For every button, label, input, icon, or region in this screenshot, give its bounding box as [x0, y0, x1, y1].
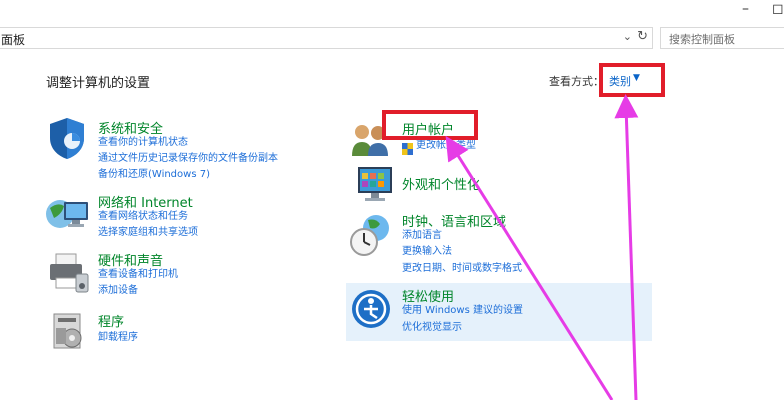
arrow-to-view-by — [614, 94, 639, 400]
annotation-arrows — [445, 94, 639, 400]
arrow-to-user-accounts — [445, 135, 614, 400]
